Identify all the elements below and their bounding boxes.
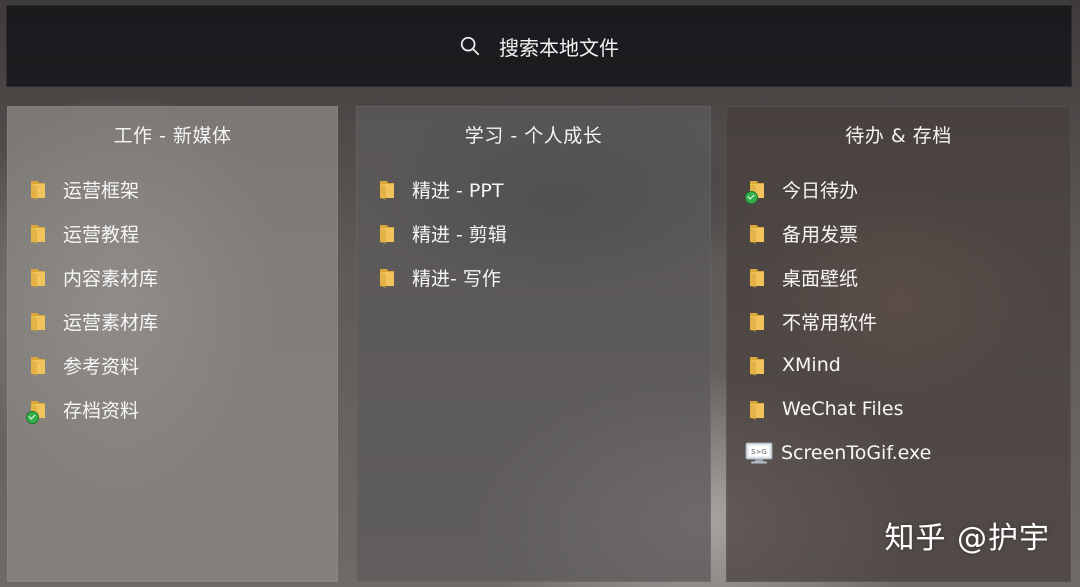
folder-icon — [29, 178, 49, 200]
sync-check-icon — [745, 191, 758, 204]
item-list: 精进 - PPT 精进 - 剪辑 精进- 写作 — [357, 167, 507, 299]
list-item[interactable]: 运营教程 — [8, 211, 158, 255]
list-item[interactable]: 精进 - PPT — [357, 167, 507, 211]
item-label: 内容素材库 — [63, 267, 159, 290]
folder-icon — [748, 310, 768, 332]
watermark: 知乎 @护宇 — [884, 521, 1050, 556]
list-item[interactable]: XMind — [727, 343, 931, 387]
item-label: 参考资料 — [63, 355, 140, 378]
folder-icon — [745, 178, 768, 204]
item-label: 精进- 写作 — [412, 267, 501, 290]
item-list: 运营框架运营教程内容素材库运营素材库参考资料存档资料 — [8, 167, 158, 431]
list-item[interactable]: 运营框架 — [8, 167, 158, 211]
list-item[interactable]: 运营素材库 — [8, 299, 158, 343]
folder-icon — [26, 398, 49, 424]
item-label: WeChat Files — [782, 398, 904, 420]
list-item[interactable]: WeChat Files — [727, 387, 931, 431]
panel-title: 待办 & 存档 — [845, 125, 952, 147]
folder-icon — [29, 354, 49, 376]
folder-icon — [748, 398, 768, 420]
search-bar[interactable]: 搜索本地文件 — [6, 5, 1072, 87]
folder-icon — [29, 222, 49, 244]
folder-icon — [378, 178, 398, 200]
list-item[interactable]: 桌面壁纸 — [727, 255, 931, 299]
item-label: 精进 - 剪辑 — [412, 223, 507, 246]
item-label: ScreenToGif.exe — [781, 442, 932, 464]
folder-icon — [378, 266, 398, 288]
item-label: 不常用软件 — [782, 311, 878, 334]
folder-icon — [748, 354, 768, 376]
list-item[interactable]: 备用发票 — [727, 211, 931, 255]
folder-icon — [29, 266, 49, 288]
panel-title: 工作 - 新媒体 — [113, 125, 232, 147]
list-item[interactable]: 内容素材库 — [8, 255, 158, 299]
folder-icon — [378, 222, 398, 244]
folder-icon — [29, 310, 49, 332]
list-item[interactable]: 精进 - 剪辑 — [357, 211, 507, 255]
list-item[interactable]: 参考资料 — [8, 343, 158, 387]
folder-icon — [748, 222, 768, 244]
exe-icon: S>G — [745, 442, 773, 464]
list-item[interactable]: 精进- 写作 — [357, 255, 507, 299]
search-icon — [460, 36, 480, 56]
item-label: 精进 - PPT — [412, 179, 504, 202]
panel-todo: 待办 & 存档 今日待办备用发票桌面壁纸不常用软件 XMind WeChat Fil… — [726, 106, 1071, 582]
item-list: 今日待办备用发票桌面壁纸不常用软件 XMind WeChat Files S>G Scr… — [727, 167, 931, 475]
search-label: 搜索本地文件 — [499, 35, 619, 60]
list-item[interactable]: 存档资料 — [8, 387, 158, 431]
item-label: 今日待办 — [782, 179, 859, 202]
item-label: 运营素材库 — [63, 311, 159, 334]
list-item[interactable]: 今日待办 — [727, 167, 931, 211]
folder-icon — [748, 266, 768, 288]
panel-work: 工作 - 新媒体 运营框架运营教程内容素材库运营素材库参考资料存档资料 — [7, 106, 338, 582]
svg-text:S>G: S>G — [751, 448, 767, 456]
item-label: 运营教程 — [63, 223, 140, 246]
list-item[interactable]: 不常用软件 — [727, 299, 931, 343]
item-label: XMind — [782, 354, 841, 376]
item-label: 运营框架 — [63, 179, 140, 202]
item-label: 备用发票 — [782, 223, 859, 246]
list-item[interactable]: S>G ScreenToGif.exe — [727, 431, 931, 475]
sync-check-icon — [26, 411, 39, 424]
panel-title: 学习 - 个人成长 — [464, 125, 603, 147]
item-label: 存档资料 — [63, 399, 140, 422]
item-label: 桌面壁纸 — [782, 267, 859, 290]
panel-study: 学习 - 个人成长 精进 - PPT 精进 - 剪辑 精进- 写作 — [356, 106, 711, 582]
